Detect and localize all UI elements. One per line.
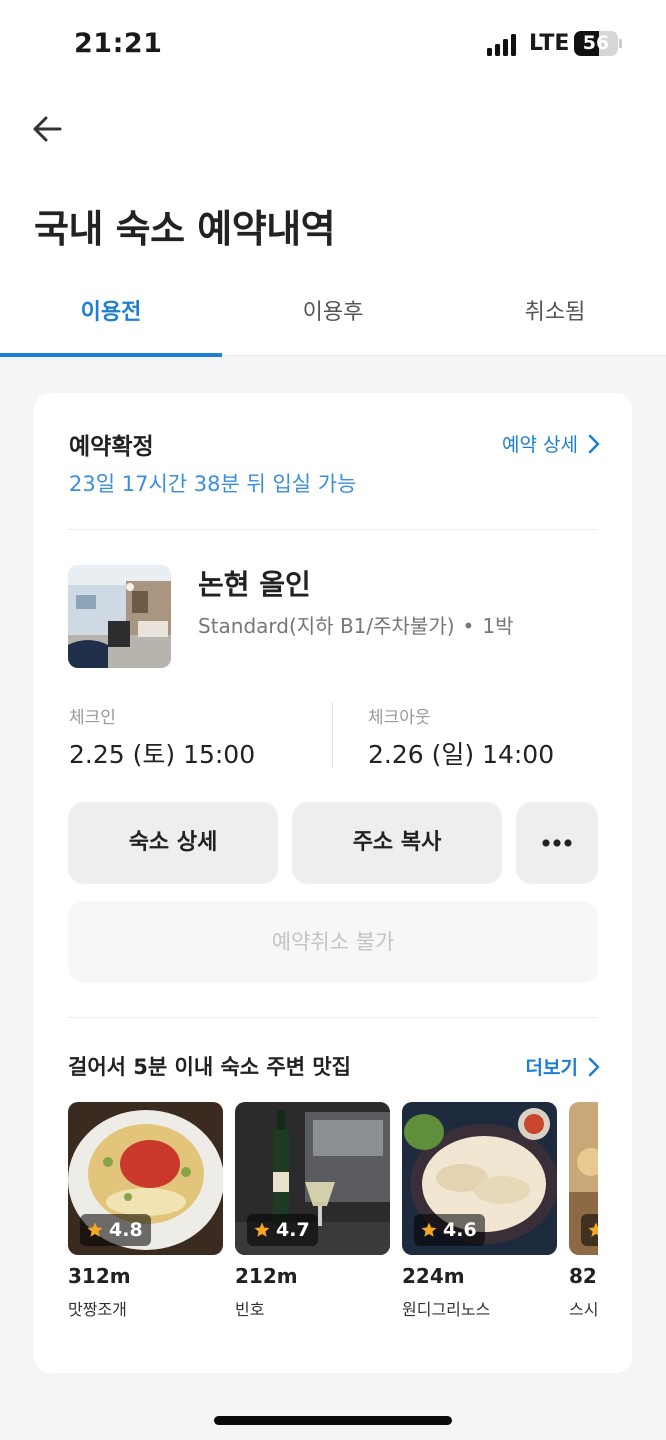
back-button[interactable] bbox=[28, 110, 68, 150]
signal-icon bbox=[487, 34, 521, 56]
tab-indicator bbox=[0, 353, 222, 357]
divider bbox=[68, 529, 598, 530]
restaurant-name: 맛짱조개 bbox=[68, 1300, 127, 1319]
rating-badge bbox=[581, 1214, 598, 1246]
room-info-separator: • bbox=[462, 614, 475, 638]
divider bbox=[68, 1017, 598, 1018]
tab-cancelled[interactable]: 취소됨 bbox=[444, 280, 666, 356]
more-options-button[interactable] bbox=[516, 802, 598, 884]
checkin-label: 체크인 bbox=[69, 708, 116, 728]
rating-value: 4.7 bbox=[276, 1219, 310, 1241]
more-link[interactable]: 더보기 bbox=[526, 1053, 600, 1080]
reservation-card: 예약확정 예약 상세 23일 17시간 38분 뒤 입실 가능 논현 올인 St… bbox=[34, 393, 632, 1373]
rating-value: 4.8 bbox=[109, 1219, 143, 1241]
nights: 1박 bbox=[482, 614, 514, 638]
star-icon bbox=[87, 1222, 103, 1237]
tab-after-use[interactable]: 이용후 bbox=[222, 280, 444, 356]
chevron-right-icon bbox=[588, 1057, 600, 1076]
restaurant-distance: 212m bbox=[235, 1264, 298, 1288]
battery-level: 56 bbox=[582, 32, 610, 54]
chevron-right-icon bbox=[588, 434, 600, 453]
restaurant-card[interactable]: 82 스시 bbox=[569, 1102, 598, 1332]
more-link-label: 더보기 bbox=[525, 1057, 578, 1079]
arrow-left-icon bbox=[33, 116, 62, 142]
hotel-thumbnail[interactable] bbox=[68, 565, 171, 668]
checkout-label: 체크아웃 bbox=[368, 708, 431, 728]
reservation-detail-label: 예약 상세 bbox=[502, 434, 578, 456]
copy-address-button[interactable]: 주소 복사 bbox=[292, 802, 502, 884]
star-icon bbox=[421, 1222, 437, 1237]
battery-icon: 56 bbox=[574, 31, 618, 56]
room-type: Standard(지하 B1/주차불가) bbox=[198, 614, 455, 638]
status-time: 21:21 bbox=[74, 28, 163, 59]
header-area: 21:21 LTE 56 국내 숙소 예약내역 이용전 이용후 취소됨 bbox=[0, 0, 666, 357]
cancel-reservation-button: 예약취소 불가 bbox=[68, 901, 598, 983]
rating-value: 4.6 bbox=[443, 1219, 477, 1241]
star-icon bbox=[254, 1222, 270, 1237]
room-info: Standard(지하 B1/주차불가) • 1박 bbox=[198, 610, 513, 639]
more-horizontal-icon bbox=[542, 839, 572, 847]
restaurant-distance: 312m bbox=[68, 1264, 131, 1288]
restaurant-card[interactable]: 4.6 224m 원디그리노스 bbox=[402, 1102, 557, 1332]
restaurant-name: 원디그리노스 bbox=[402, 1300, 491, 1319]
tab-before-use[interactable]: 이용전 bbox=[0, 280, 222, 356]
rating-badge: 4.8 bbox=[80, 1214, 151, 1246]
checkin-countdown: 23일 17시간 38분 뒤 입실 가능 bbox=[69, 472, 357, 496]
restaurant-distance: 82 bbox=[569, 1264, 597, 1288]
restaurant-distance: 224m bbox=[402, 1264, 465, 1288]
hotel-room-image bbox=[68, 565, 171, 668]
checkin-value: 2.25 (토) 15:00 bbox=[69, 740, 256, 769]
restaurant-card[interactable]: 4.7 212m 빈호 bbox=[235, 1102, 390, 1332]
rating-badge: 4.6 bbox=[414, 1214, 485, 1246]
nearby-restaurants-title: 걸어서 5분 이내 숙소 주변 맛집 bbox=[68, 1055, 352, 1079]
page-title: 국내 숙소 예약내역 bbox=[34, 207, 336, 251]
tab-bar: 이용전 이용후 취소됨 bbox=[0, 280, 666, 357]
status-bar: 21:21 LTE 56 bbox=[0, 0, 666, 90]
home-indicator bbox=[214, 1416, 452, 1425]
restaurant-card[interactable]: 4.8 312m 맛짱조개 bbox=[68, 1102, 223, 1332]
reservation-detail-link[interactable]: 예약 상세 bbox=[502, 430, 600, 457]
rating-badge: 4.7 bbox=[247, 1214, 318, 1246]
star-icon bbox=[588, 1222, 598, 1237]
restaurant-name: 빈호 bbox=[235, 1300, 265, 1319]
hotel-name: 논현 올인 bbox=[198, 568, 311, 601]
checkin-divider bbox=[332, 702, 333, 768]
restaurant-list: 4.8 312m 맛짱조개 4.7 212m 빈호 4.6 224m 원디그리노… bbox=[68, 1102, 598, 1332]
hotel-detail-button[interactable]: 숙소 상세 bbox=[68, 802, 278, 884]
checkout-value: 2.26 (일) 14:00 bbox=[368, 740, 555, 769]
network-type: LTE bbox=[529, 31, 570, 56]
battery-cap bbox=[619, 39, 622, 48]
reservation-status: 예약확정 bbox=[69, 434, 154, 460]
restaurant-name: 스시 bbox=[569, 1300, 598, 1319]
